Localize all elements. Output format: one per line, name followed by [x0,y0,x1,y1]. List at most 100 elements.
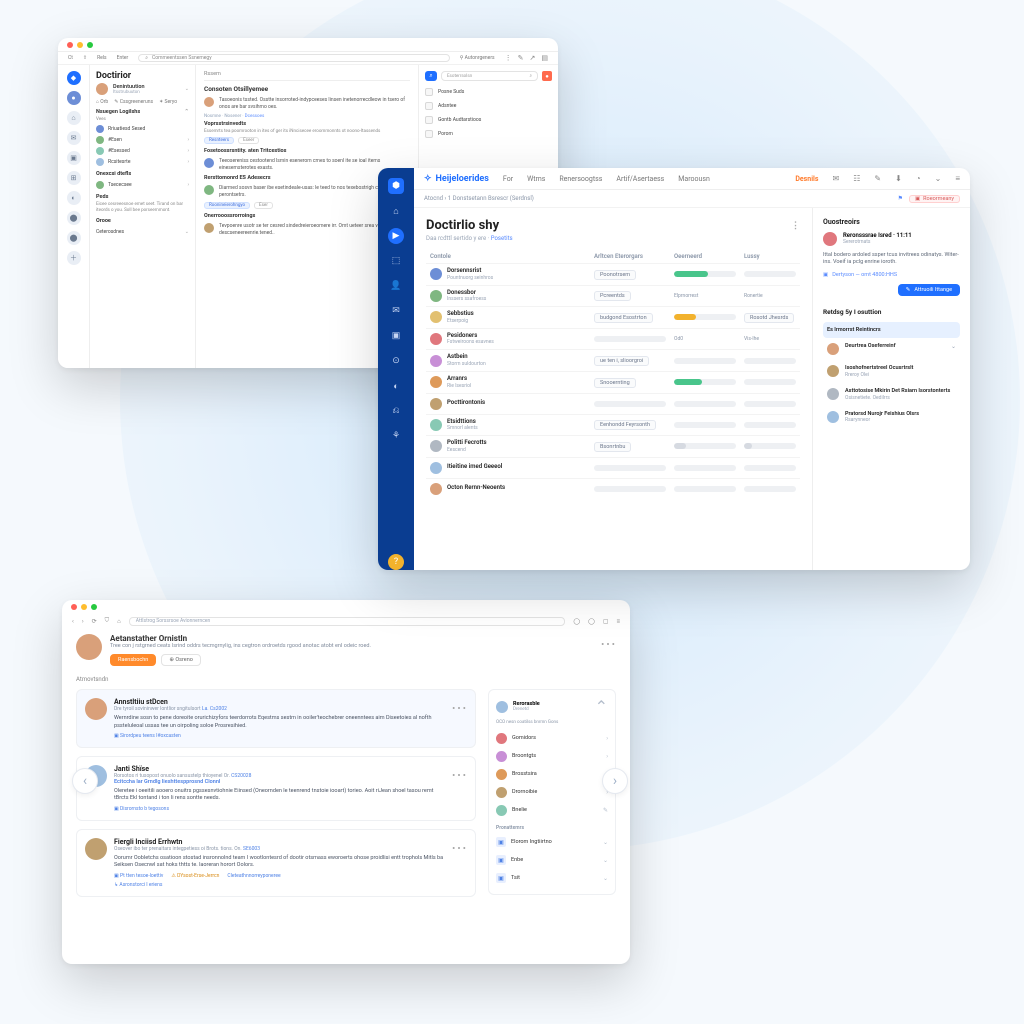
profile-avatar[interactable] [96,83,108,95]
related-item[interactable]: Pratorsd Nurojr Feishius OlsrsRsarynneor [823,406,960,429]
toolbar-action[interactable]: ⚲ Autonrgeners [460,55,495,61]
collapse-icon[interactable]: ⌃ [184,109,189,115]
tab[interactable]: ⌂ Orb [96,99,108,105]
status-chip[interactable]: ▣ Roeormeany [909,195,960,203]
related-item[interactable]: Asttotosise Mkirin Det Rsiarn Isorstonte… [823,383,960,406]
minimize-dot[interactable] [77,42,83,48]
toolbar-item[interactable]: Enter [117,55,129,61]
rail-logo[interactable]: ◆ [67,71,81,85]
file-item[interactable]: ▣Tsit⌄ [496,869,608,887]
table-row[interactable]: Itieitine imed Geeeol [426,457,800,478]
rail-item[interactable]: ⊞ [67,171,81,185]
sidebar-item[interactable]: Rriuatiesd Sesed [96,123,189,134]
nav-link[interactable]: Renersoogtss [559,175,602,183]
url-bar[interactable]: Attlstrog Sorssrsoe Avionnerncen [129,617,566,626]
feed-card[interactable]: Annstltiiu stDcen Dre tyroil sovininwer … [76,689,476,748]
more-icon[interactable]: ⋮ [791,221,800,231]
rail-item[interactable]: ▣ [388,328,404,344]
rail-item[interactable]: ⊙ [388,353,404,369]
carousel-next[interactable]: › [602,768,628,794]
home-icon[interactable]: ⌂ [117,618,121,625]
sidebar-item[interactable]: Tsececsee› [96,179,189,190]
menu-icon[interactable]: ≡ [955,174,960,183]
nav-link[interactable]: Artif/Asertaess [616,175,664,183]
menu-icon[interactable]: ≡ [616,618,620,625]
rail-logo[interactable]: ⬢ [388,178,404,194]
right-search[interactable]: Esoterrsolsn⌕ [441,71,538,81]
feed-card[interactable]: Janti Shïse Rorsotos ri tusopost onuolo … [76,756,476,821]
rail-item[interactable]: ⬤ [67,211,81,225]
col-header[interactable]: Oeerneerd [670,250,740,264]
close-dot[interactable] [67,42,73,48]
people-item[interactable]: Broontgts› [496,747,608,765]
header-avatar[interactable] [76,634,102,660]
content-tab[interactable]: Rssem [204,71,221,77]
table-row[interactable]: EtsidttionsSmnorl alents Eenhondd Feyrso… [426,414,800,436]
table-row[interactable]: AstbeinStorrn suldourton ue ten i, slioo… [426,350,800,372]
tab[interactable]: ✶ Seryo [159,99,177,105]
notif-icon[interactable]: ● [542,71,552,81]
pill[interactable]: Resnteers [204,137,234,144]
rail-item[interactable]: ⌂ [67,111,81,125]
pill[interactable]: Eseer [238,137,259,144]
cta-link[interactable]: Desnils [795,175,818,183]
nav-link[interactable]: Maroousn [678,175,710,183]
nav-link[interactable]: For [503,175,513,183]
attachment-link[interactable]: ▣ Dertyson — omt 4800:HHS [823,272,960,278]
pill[interactable]: Roonineierohngyo [204,202,250,209]
rail-avatar[interactable]: ● [67,91,81,105]
file-item[interactable]: ▣Elorom Ingtiirtno⌄ [496,833,608,851]
people-item[interactable]: Bnelie✎ [496,801,608,819]
col-header[interactable]: Contole [426,250,590,264]
col-header[interactable]: Arltcen Eterorgars [590,250,670,264]
menu-item[interactable]: Porom [425,127,552,141]
table-row[interactable]: DorsennsristPountnuorg seinhros Poonotrs… [426,264,800,286]
rail-add[interactable]: ＋ [67,251,81,265]
more-icon[interactable]: ⋮ [505,54,512,62]
rail-item[interactable]: ⚘ [388,428,404,444]
back-icon[interactable]: ‹ [72,618,74,625]
people-item[interactable]: Brosstsira› [496,765,608,783]
rail-help[interactable]: ? [388,554,404,570]
reload-icon[interactable]: ⟳ [92,618,97,625]
menu-item[interactable]: Gontb Audtarstioos [425,113,552,127]
rail-item[interactable]: ▣ [67,151,81,165]
table-row[interactable]: Pocttirontonis [426,393,800,414]
toolbar-item[interactable]: Ct [68,55,73,61]
minimize-dot[interactable] [81,604,87,610]
breadcrumb[interactable]: Atocnd › 1 Donstsetann Bsrescr (Serdnsl) [424,195,534,202]
secondary-button[interactable]: ⊕ Osreno [161,654,201,666]
tab[interactable]: ✎ Cssgreeneruns [114,99,153,105]
rail-item[interactable]: ◐ [67,191,81,205]
table-row[interactable]: PesidonersFstweiroons esavnes Od0 Vis-lh… [426,328,800,350]
edit-icon[interactable]: ✎ [518,54,524,62]
share-icon[interactable]: ↗ [530,54,536,62]
rail-item[interactable]: ⌂ [388,203,404,219]
nav-link[interactable]: Wtms [527,175,545,183]
feed-card[interactable]: Fiergli Inciisd Errhwtn Oseover ibo ter … [76,829,476,897]
primary-button[interactable]: ✎ Attruoili Ittange [898,284,960,296]
feed-tab[interactable]: Atmovtsndn [62,676,630,683]
shield-icon[interactable]: ⛉ [105,617,110,625]
rail-item[interactable]: ✉ [67,131,81,145]
rail-item-active[interactable]: ▶ [388,228,404,244]
related-item[interactable]: Deurtrea Oseferreinf⌄ [823,338,960,360]
rail-item[interactable]: ⬤ [67,231,81,245]
file-item[interactable]: ▣Enbe⌄ [496,851,608,869]
table-row[interactable]: ArranrsRie lsesriol Snooernting [426,371,800,393]
menu-item[interactable]: Adsntee [425,99,552,113]
zoom-dot[interactable] [87,42,93,48]
table-row[interactable]: DonessborInssers ssafroess Pcreentds Elp… [426,285,800,307]
more-icon[interactable]: ⋯ [600,634,616,653]
flag-icon[interactable]: ⚑ [898,195,903,202]
ext-icon[interactable]: ◯ [588,618,595,625]
sidebar-item[interactable]: Ceterosdnes⌄ [96,226,189,237]
zoom-dot[interactable] [91,604,97,610]
chevron-down-icon[interactable]: ⌄ [935,174,942,183]
toolbar-item[interactable]: Rels [97,55,107,61]
edit-icon[interactable]: ✎ [874,174,881,183]
sidebar-item[interactable]: Rcsitesrte› [96,156,189,167]
chevron-up-icon[interactable]: ⌃ [595,697,608,716]
avatar[interactable] [496,701,508,713]
search-button[interactable]: ⌕ [425,71,437,81]
